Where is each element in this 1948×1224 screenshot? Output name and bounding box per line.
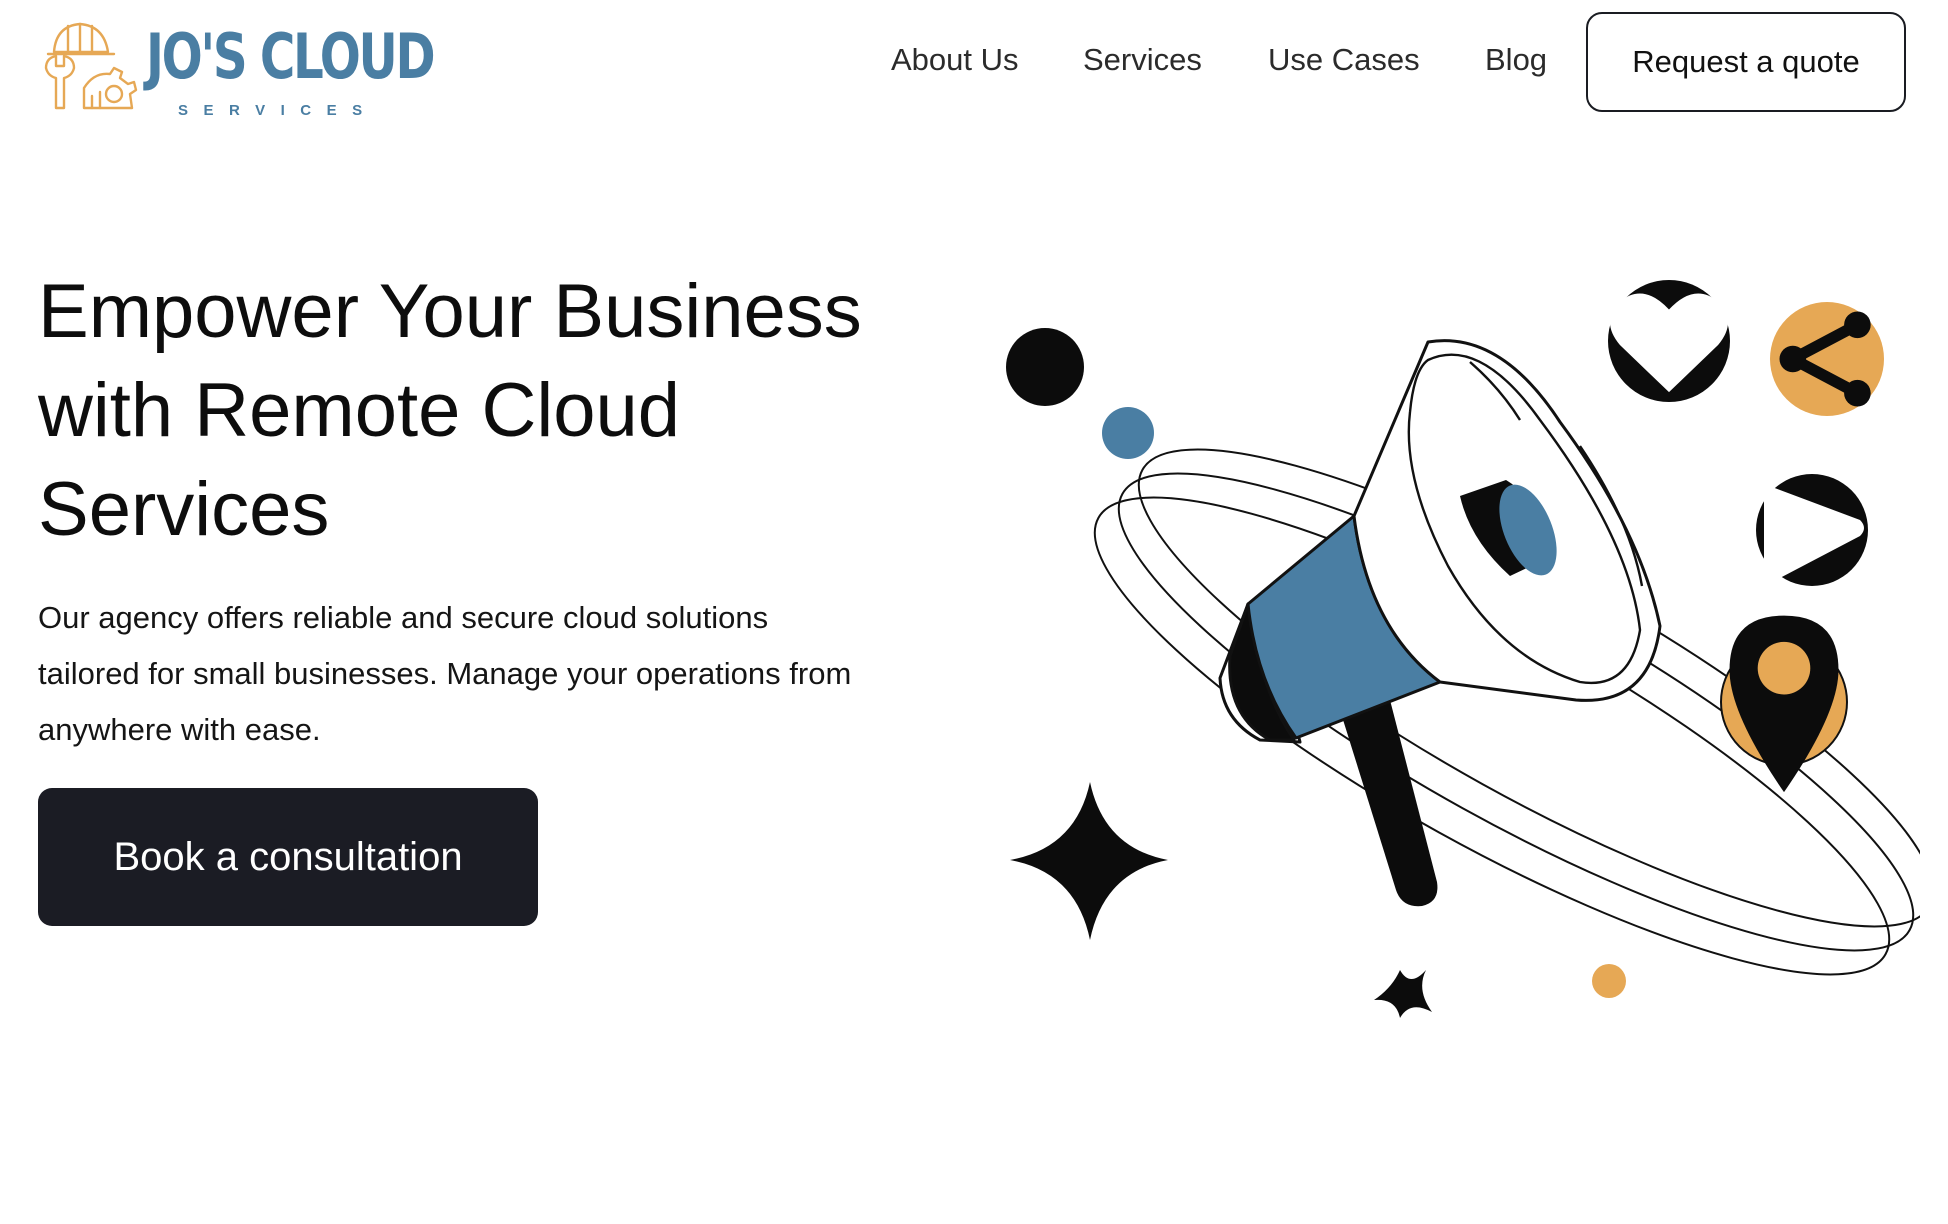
location-pin-icon — [1729, 615, 1839, 793]
nav-link-services[interactable]: Services — [1083, 42, 1202, 78]
hero-description: Our agency offers reliable and secure cl… — [38, 600, 852, 747]
heart-icon-badge — [1608, 280, 1730, 402]
small-star-icon — [1374, 970, 1432, 1018]
logo-link[interactable]: JO'S CLOUD SERVICES — [38, 12, 436, 119]
location-pin-icon-badge — [1720, 615, 1848, 793]
decor-dot-blue — [1102, 407, 1154, 459]
nav-link-about-us[interactable]: About Us — [891, 42, 1019, 78]
hero-title: Empower Your Business with Remote Cloud … — [38, 269, 862, 552]
nav-link-use-cases[interactable]: Use Cases — [1268, 42, 1420, 78]
decor-dot-orange — [1592, 964, 1626, 998]
megaphone-icon — [1218, 339, 1662, 907]
handyman-logo-icon — [44, 22, 138, 110]
book-consultation-button[interactable]: Book a consultation — [38, 788, 538, 926]
logo-wordmark: JO'S CLOUD — [146, 20, 436, 93]
logo-subtext: SERVICES — [178, 102, 378, 119]
hero-illustration — [940, 270, 1920, 1060]
nav-link-blog[interactable]: Blog — [1485, 42, 1547, 78]
decor-dot-black — [1006, 328, 1084, 406]
heart-icon — [1609, 293, 1729, 393]
sparkle-star-icon — [1010, 782, 1168, 940]
